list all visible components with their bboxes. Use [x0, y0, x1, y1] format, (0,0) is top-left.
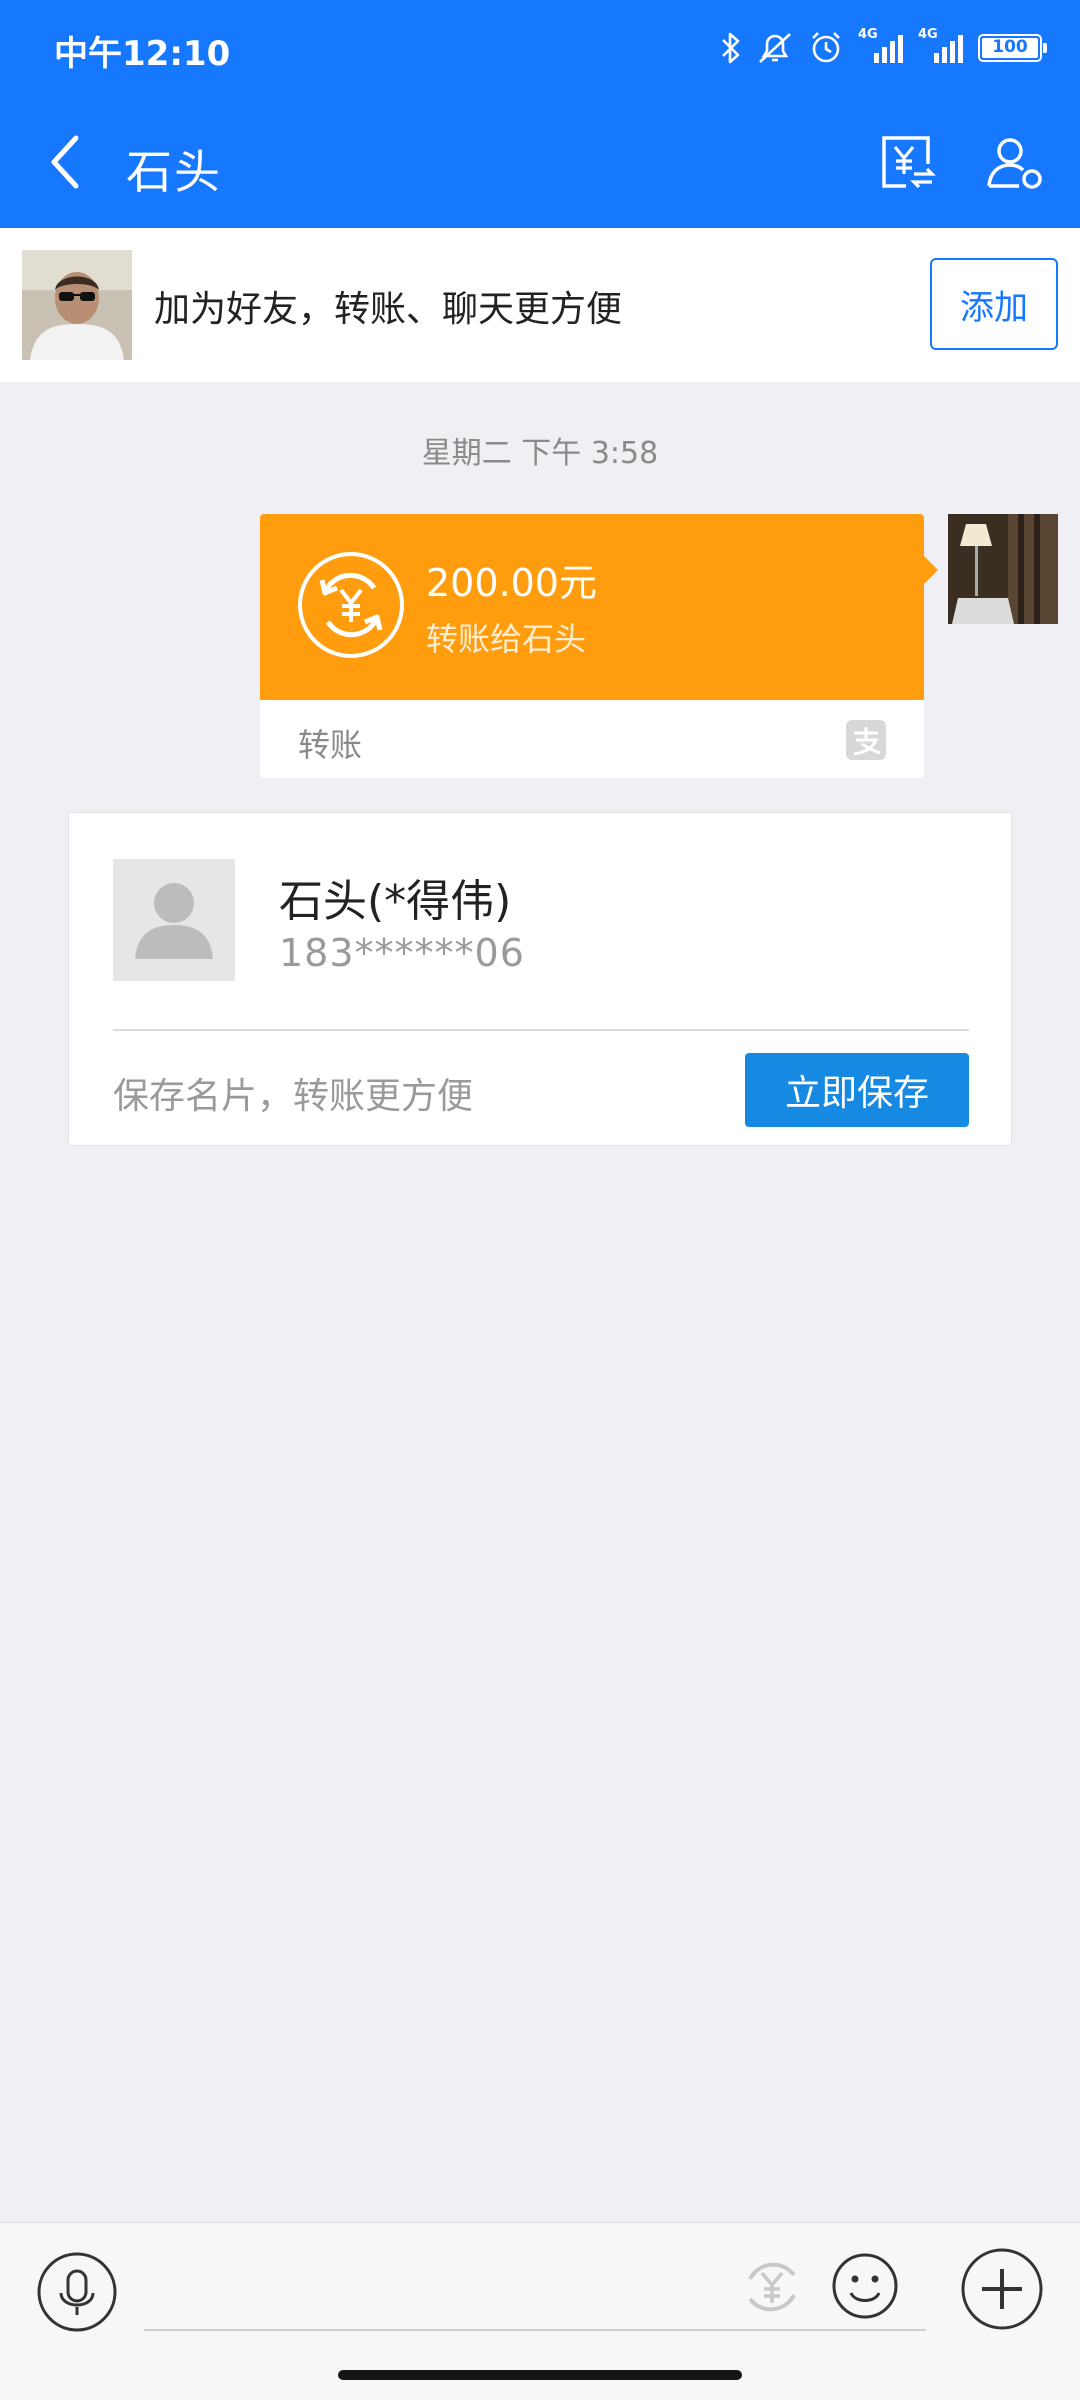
contact-card[interactable]: 石头(*得伟) 183******06 保存名片，转账更方便 立即保存	[68, 812, 1012, 1146]
transfer-header: 200.00元 转账给石头	[260, 514, 938, 700]
save-contact-button[interactable]: 立即保存	[745, 1053, 969, 1127]
transfer-amount: 200.00元	[426, 561, 597, 605]
contact-phone: 183******06	[279, 931, 525, 975]
alarm-icon	[812, 32, 840, 63]
card-divider	[113, 1029, 969, 1031]
contact-avatar-photo	[22, 250, 132, 360]
yen-icon[interactable]	[736, 2251, 808, 2323]
back-arrow-icon[interactable]	[42, 130, 90, 194]
default-avatar	[113, 859, 235, 981]
alipay-logo-icon	[846, 720, 886, 760]
status-icons: 4G 4G 100	[720, 27, 1047, 68]
add-friend-prompt: 加为好友，转账、聊天更方便	[154, 289, 623, 330]
signal-bars-icon	[874, 35, 903, 63]
transfer-description: 转账给石头	[426, 620, 587, 658]
chat-title: 石头	[126, 145, 222, 199]
microphone-icon[interactable]	[36, 2251, 118, 2333]
status-time: 中午12:10	[54, 34, 231, 74]
top-header: 中午12:10 4G 4G 100 石头	[0, 0, 1080, 228]
my-avatar-photo	[948, 514, 1058, 624]
add-friend-banner: 加为好友，转账、聊天更方便 添加	[0, 228, 1080, 382]
contact-name: 石头(*得伟)	[279, 876, 512, 927]
smiley-icon[interactable]	[830, 2251, 900, 2321]
message-timestamp: 星期二 下午 3:58	[421, 436, 659, 471]
signal-4g-1: 4G	[858, 27, 904, 65]
mute-bell-icon	[759, 33, 791, 63]
home-indicator	[338, 2370, 742, 2380]
transfer-type-label: 转账	[298, 726, 363, 764]
add-friend-button[interactable]: 添加	[930, 258, 1058, 350]
plus-icon[interactable]	[960, 2247, 1044, 2331]
signal-4g-2: 4G	[918, 27, 964, 65]
save-card-hint: 保存名片，转账更方便	[113, 1076, 474, 1117]
message-input[interactable]	[144, 2267, 926, 2331]
battery-level: 100	[992, 37, 1028, 57]
signal-bars-icon	[934, 35, 963, 63]
yen-transfer-icon[interactable]	[878, 134, 936, 192]
transfer-message[interactable]: 200.00元 转账给石头 转账	[260, 514, 938, 778]
profile-settings-icon[interactable]	[986, 134, 1044, 192]
battery-icon: 100	[978, 34, 1047, 62]
yen-exchange-icon	[298, 552, 404, 658]
bluetooth-icon	[722, 32, 740, 64]
